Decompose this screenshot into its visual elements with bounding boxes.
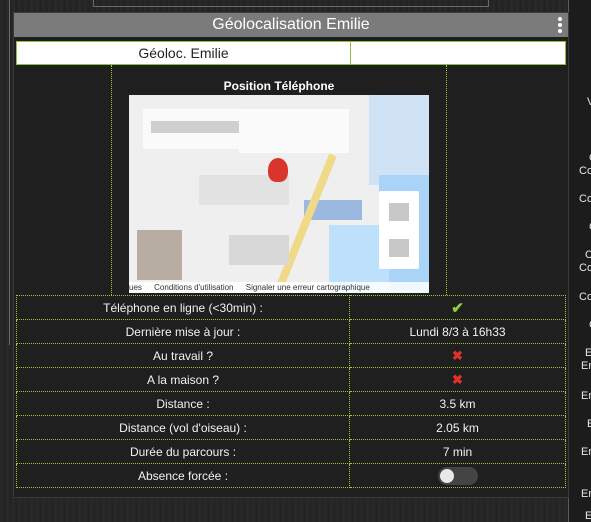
subtitle-bar: Géoloc. Emilie — [16, 41, 566, 65]
table-row: Dernière mise à jour : Lundi 8/3 à 16h33 — [16, 319, 566, 344]
check-icon: ✔ — [451, 299, 464, 317]
table-row: Distance : 3.5 km — [16, 391, 566, 416]
subtitle-label: Géoloc. Emilie — [17, 42, 351, 64]
location-pin-icon[interactable] — [268, 158, 288, 182]
row-value: 3.5 km — [349, 391, 566, 416]
right-panel-text: En — [581, 488, 591, 500]
right-panel-text: E — [585, 347, 591, 359]
top-panel-frame — [93, 0, 489, 7]
right-panel-text: Co — [579, 165, 591, 177]
map-credits: ues Conditions d'utilisation Signaler un… — [129, 282, 429, 293]
row-value: Lundi 8/3 à 16h33 — [349, 319, 566, 344]
table-row: Durée du parcours : 7 min — [16, 439, 566, 464]
row-value: ✖ — [349, 343, 566, 368]
table-row: Au travail ? ✖ — [16, 343, 566, 368]
cross-icon: ✖ — [452, 347, 463, 363]
map-view[interactable]: ues Conditions d'utilisation Signaler un… — [129, 95, 429, 293]
row-value-text: 3.5 km — [439, 396, 476, 411]
map-report-link[interactable]: Signaler une erreur cartographique — [246, 283, 370, 292]
row-label: Téléphone en ligne (<30min) : — [16, 295, 350, 320]
map-label: Position Téléphone — [223, 79, 335, 93]
row-value-text: 2.05 km — [436, 420, 479, 435]
row-value-text: 7 min — [442, 444, 473, 459]
table-row: Distance (vol d'oiseau) : 2.05 km — [16, 415, 566, 440]
zoom-out-icon[interactable] — [389, 239, 409, 257]
geolocation-widget: Géolocalisation Emilie Géoloc. Emilie Po… — [13, 12, 569, 498]
table-row: A la maison ? ✖ — [16, 367, 566, 392]
cross-icon: ✖ — [452, 371, 463, 387]
right-panel-text: E — [585, 510, 591, 522]
right-panel-text: Co — [579, 193, 591, 205]
table-row: Téléphone en ligne (<30min) : ✔ — [16, 295, 566, 320]
absence-toggle[interactable] — [437, 466, 478, 485]
row-value: ✔ — [349, 295, 566, 320]
map-terms-link[interactable]: Conditions d'utilisation — [154, 283, 233, 292]
row-value: ✖ — [349, 367, 566, 392]
kebab-menu-icon[interactable] — [558, 17, 562, 33]
table-row: Absence forcée : — [16, 463, 566, 488]
row-value: 7 min — [349, 439, 566, 464]
right-panel-text: Co — [579, 262, 591, 274]
row-label: A la maison ? — [16, 367, 350, 392]
map-credit-text: ues — [129, 283, 142, 292]
right-panel-text: En — [581, 390, 591, 402]
row-label: Durée du parcours : — [16, 439, 350, 464]
right-side-panel: V C Co Co C C Co Co C E Em En E En En E — [568, 0, 591, 522]
right-panel-text: C — [585, 249, 591, 261]
widget-title-bar: Géolocalisation Emilie — [14, 13, 568, 37]
row-label: Distance : — [16, 391, 350, 416]
info-table: Téléphone en ligne (<30min) : ✔ Dernière m… — [16, 295, 566, 488]
row-label: Absence forcée : — [16, 463, 350, 488]
right-panel-text: V — [587, 96, 591, 108]
row-label: Au travail ? — [16, 343, 350, 368]
map-zoom-control[interactable] — [379, 191, 419, 269]
right-panel-text: E — [587, 418, 591, 430]
row-label: Distance (vol d'oiseau) : — [16, 415, 350, 440]
row-value: 2.05 km — [349, 415, 566, 440]
subtitle-right-cell — [351, 42, 565, 64]
map-section: Position Téléphone ues Conditions d'util… — [111, 65, 447, 295]
row-label: Dernière mise à jour : — [16, 319, 350, 344]
right-panel-text: Co — [579, 291, 591, 303]
right-panel-text: Em — [581, 360, 591, 372]
left-panel-edge — [0, 0, 10, 345]
widget-title: Géolocalisation Emilie — [212, 16, 370, 33]
zoom-in-icon[interactable] — [389, 203, 409, 221]
right-panel-text: En — [581, 446, 591, 458]
row-value — [349, 463, 566, 488]
row-value-text: Lundi 8/3 à 16h33 — [409, 324, 506, 339]
